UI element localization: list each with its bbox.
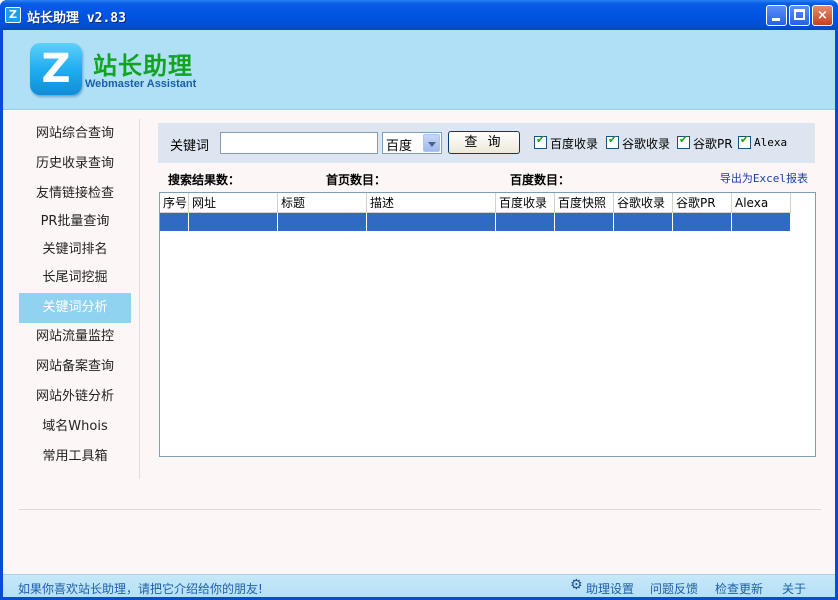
sidebar-item-traffic-monitor[interactable]: 网站流量监控 xyxy=(19,322,131,352)
brand-subtitle: Webmaster Assistant xyxy=(85,78,197,90)
check-icon: ✔ xyxy=(535,133,546,146)
maximize-button[interactable] xyxy=(789,5,810,26)
main-panel: 网站综合查询 历史收录查询 友情链接检查 PR批量查询 关键词排名 长尾词挖掘 … xyxy=(3,111,835,574)
sidebar-item-friend-links[interactable]: 友情链接检查 xyxy=(19,179,131,209)
table-cell[interactable] xyxy=(614,213,673,231)
checkbox-label: 谷歌收录 xyxy=(622,137,671,151)
promo-link[interactable]: 如果你喜欢站长助理，请把它介绍给你的朋友! xyxy=(18,580,263,597)
client-area: Z 站长助理 Webmaster Assistant 网站综合查询 历史收录查询… xyxy=(3,30,835,597)
results-count-label: 搜索结果数： xyxy=(168,173,241,187)
checkbox-label: 百度收录 xyxy=(550,137,599,151)
table-cell[interactable] xyxy=(673,213,732,231)
table-cell[interactable] xyxy=(496,213,555,231)
check-icon: ✔ xyxy=(678,133,689,146)
result-stats: 搜索结果数： 首页数目： 百度数目： 导出为Excel报表 xyxy=(158,169,818,187)
app-window: Z 站长助理 v2.83 × Z 站长助理 Webmaster Assistan… xyxy=(0,0,838,600)
table-cell[interactable] xyxy=(278,213,367,231)
results-table[interactable]: 序号 网址 标题 描述 百度收录 百度快照 谷歌收录 谷歌PR Alexa xyxy=(159,192,816,457)
sidebar-item-keyword-rank[interactable]: 关键词排名 xyxy=(19,235,131,265)
minimize-button[interactable] xyxy=(766,5,787,26)
check-update-link[interactable]: 检查更新 xyxy=(715,580,763,597)
table-cell[interactable] xyxy=(189,213,278,231)
column-header[interactable]: 描述 xyxy=(367,193,496,213)
feedback-link[interactable]: 问题反馈 xyxy=(650,580,698,597)
about-link[interactable]: 关于 xyxy=(782,580,806,597)
sidebar-item-backlinks[interactable]: 网站外链分析 xyxy=(19,382,131,412)
table-cell[interactable] xyxy=(160,213,189,231)
column-header[interactable]: 谷歌收录 xyxy=(614,193,673,213)
logo: Z xyxy=(30,43,82,95)
keyword-label: 关键词 xyxy=(170,139,210,154)
column-header[interactable]: 序号 xyxy=(160,193,189,213)
gear-icon[interactable]: ⚙ xyxy=(570,578,585,593)
column-header[interactable]: 百度快照 xyxy=(555,193,614,213)
logo-letter: Z xyxy=(41,46,71,92)
column-header[interactable]: Alexa xyxy=(732,193,791,213)
column-header[interactable]: 标题 xyxy=(278,193,367,213)
keyword-input[interactable] xyxy=(220,132,378,154)
status-bar: 如果你喜欢站长助理，请把它介绍给你的朋友! ⚙ 助理设置 问题反馈 检查更新 关… xyxy=(3,574,835,597)
baidu-count-label: 百度数目： xyxy=(510,173,571,187)
query-button[interactable]: 查 询 xyxy=(448,131,520,154)
minimize-icon xyxy=(772,18,780,21)
header-banner: Z 站长助理 Webmaster Assistant xyxy=(3,30,835,110)
sidebar-item-longtail[interactable]: 长尾词挖掘 xyxy=(19,263,131,293)
sidebar-item-site-overview[interactable]: 网站综合查询 xyxy=(19,119,131,149)
sidebar-item-keyword-analysis[interactable]: 关键词分析 xyxy=(19,293,131,323)
column-header[interactable]: 谷歌PR xyxy=(673,193,732,213)
brand-title: 站长助理 xyxy=(93,52,193,80)
engine-select[interactable]: 百度 xyxy=(382,132,442,154)
sidebar-item-toolbox[interactable]: 常用工具箱 xyxy=(19,442,131,472)
sidebar-divider xyxy=(139,119,140,479)
homepage-count-label: 首页数目： xyxy=(326,173,387,187)
check-icon: ✔ xyxy=(739,133,750,146)
sidebar-item-icp-lookup[interactable]: 网站备案查询 xyxy=(19,352,131,382)
table-cell[interactable] xyxy=(732,213,791,231)
close-icon: × xyxy=(817,8,828,23)
maximize-icon xyxy=(794,9,805,20)
app-icon: Z xyxy=(5,7,21,23)
sidebar-item-history-index[interactable]: 历史收录查询 xyxy=(19,149,131,179)
content-divider xyxy=(19,509,821,510)
dropdown-button[interactable] xyxy=(423,134,440,152)
settings-link[interactable]: 助理设置 xyxy=(586,580,634,597)
table-cell[interactable] xyxy=(367,213,496,231)
checkbox-label: Alexa xyxy=(754,136,788,149)
query-toolbar: 关键词 百度 查 询 ✔ 百度收录 ✔ 谷歌收录 ✔ 谷歌PR ✔ Alexa xyxy=(158,123,815,163)
export-excel-link[interactable]: 导出为Excel报表 xyxy=(720,170,808,186)
table-header: 序号 网址 标题 描述 百度收录 百度快照 谷歌收录 谷歌PR Alexa xyxy=(160,193,791,213)
close-button[interactable]: × xyxy=(812,5,833,26)
check-icon: ✔ xyxy=(607,133,618,146)
title-bar[interactable]: Z 站长助理 v2.83 × xyxy=(0,0,838,30)
sidebar-item-pr-batch[interactable]: PR批量查询 xyxy=(19,207,131,237)
table-row[interactable] xyxy=(160,213,791,231)
engine-selected-value: 百度 xyxy=(386,139,413,154)
column-header[interactable]: 百度收录 xyxy=(496,193,555,213)
window-title: 站长助理 v2.83 xyxy=(27,11,126,26)
checkbox-label: 谷歌PR xyxy=(693,137,733,151)
column-header[interactable]: 网址 xyxy=(189,193,278,213)
table-cell[interactable] xyxy=(555,213,614,231)
chevron-down-icon xyxy=(428,142,436,147)
sidebar-item-whois[interactable]: 域名Whois xyxy=(19,412,131,442)
